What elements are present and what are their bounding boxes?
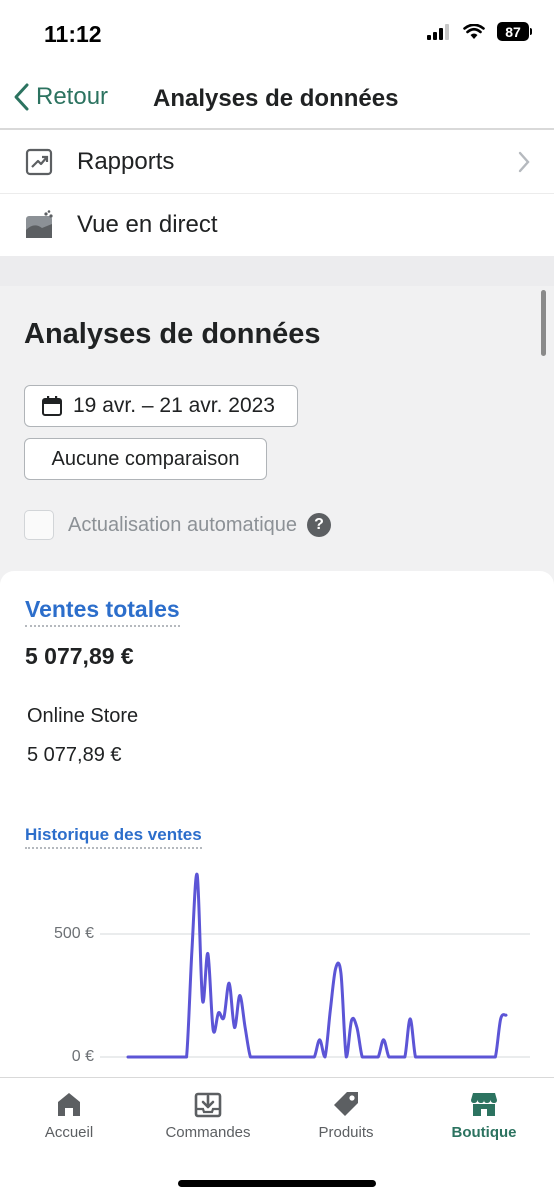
battery-level: 87 — [497, 22, 529, 41]
status-bar: 11:12 87 — [0, 0, 554, 66]
store-icon — [471, 1093, 497, 1116]
calendar-icon — [42, 396, 62, 416]
help-icon[interactable]: ? — [307, 513, 332, 537]
menu-item-label: Rapports — [77, 148, 175, 175]
tab-orders[interactable]: Commandes — [139, 1090, 277, 1141]
scrollbar[interactable] — [541, 290, 546, 356]
home-indicator — [178, 1180, 376, 1187]
back-label: Retour — [36, 83, 109, 110]
comparison-label: Aucune comparaison — [51, 447, 240, 470]
status-time: 11:12 — [44, 21, 102, 47]
channel-name: Online Store — [27, 705, 139, 727]
tab-label: Produits — [318, 1124, 374, 1141]
total-sales-card: Ventes totales 5 077,89 € Online Store 5… — [0, 571, 554, 1091]
page-title: Analyses de données — [153, 85, 399, 112]
auto-refresh-row: Actualisation automatique ? — [24, 510, 332, 540]
menu-item-live-view[interactable]: Vue en direct — [0, 193, 554, 255]
section-title: Analyses de données — [24, 318, 321, 350]
tab-label: Accueil — [44, 1124, 94, 1141]
tab-label: Boutique — [451, 1124, 517, 1141]
total-sales-title[interactable]: Ventes totales — [25, 596, 180, 627]
total-sales-value: 5 077,89 € — [25, 643, 134, 669]
date-range-label: 19 avr. – 21 avr. 2023 — [73, 394, 275, 417]
home-icon — [58, 1093, 80, 1116]
comparison-button[interactable]: Aucune comparaison — [24, 438, 267, 480]
channel-value: 5 077,89 € — [27, 744, 122, 766]
orders-inbox-icon — [194, 1092, 222, 1118]
date-range-button[interactable]: 19 avr. – 21 avr. 2023 — [24, 385, 298, 427]
report-arrow-icon — [25, 148, 53, 176]
menu-item-reports[interactable]: Rapports — [0, 131, 554, 193]
tag-icon — [334, 1092, 358, 1116]
tab-home[interactable]: Accueil — [0, 1090, 138, 1141]
auto-refresh-checkbox[interactable] — [24, 510, 54, 540]
live-view-icon — [26, 210, 53, 238]
menu-item-label: Vue en direct — [77, 210, 218, 238]
back-button[interactable]: Retour — [12, 82, 108, 112]
wifi-icon — [463, 23, 485, 39]
cellular-signal-icon — [427, 23, 449, 40]
status-icons: 87 — [427, 22, 532, 41]
section-divider — [0, 256, 554, 286]
analytics-menu: Rapports Vue en direct — [0, 131, 554, 255]
chevron-right-icon — [518, 151, 530, 173]
sales-history-title[interactable]: Historique des ventes — [25, 825, 202, 849]
tab-products[interactable]: Produits — [277, 1090, 415, 1141]
battery-indicator: 87 — [497, 22, 532, 41]
tab-store[interactable]: Boutique — [415, 1090, 553, 1141]
analytics-filters-section: Analyses de données 19 avr. – 21 avr. 20… — [0, 256, 554, 586]
auto-refresh-label: Actualisation automatique — [68, 513, 298, 536]
nav-header: Retour Analyses de données — [0, 66, 554, 130]
y-tick-label: 0 € — [72, 1048, 94, 1065]
sales-history-chart: 500 € 0 € — [54, 872, 530, 1065]
chevron-left-icon — [14, 83, 29, 111]
y-tick-label: 500 € — [54, 925, 94, 942]
sales-line-series — [126, 872, 508, 1059]
tab-label: Commandes — [165, 1124, 251, 1141]
